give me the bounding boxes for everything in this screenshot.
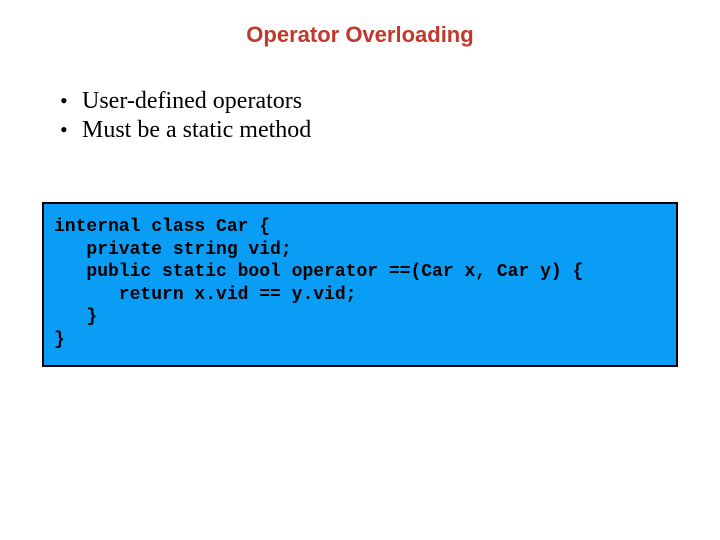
list-item: Must be a static method (60, 117, 720, 144)
code-line: public static bool operator ==(Car x, Ca… (54, 262, 583, 282)
bullet-list: User-defined operators Must be a static … (60, 88, 720, 144)
code-line: private string vid; (54, 240, 292, 260)
code-line: return x.vid == y.vid; (54, 285, 356, 305)
code-block: internal class Car { private string vid;… (42, 202, 678, 367)
code-line: } (54, 330, 65, 350)
code-line: } (54, 307, 97, 327)
list-item: User-defined operators (60, 88, 720, 115)
page-title: Operator Overloading (0, 0, 720, 58)
code-line: internal class Car { (54, 217, 270, 237)
